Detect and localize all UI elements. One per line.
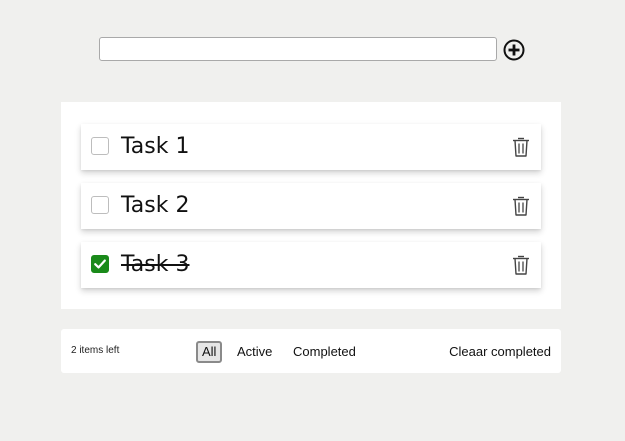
filter-completed-button[interactable]: Completed <box>288 341 361 363</box>
task-label: Task 1 <box>121 134 190 159</box>
trash-icon <box>511 136 531 158</box>
filter-all-button[interactable]: All <box>196 341 223 363</box>
task-item: Task 1 <box>81 124 541 170</box>
task-checkbox[interactable] <box>91 137 109 155</box>
new-task-input[interactable] <box>99 37 497 61</box>
task-checkbox-checked[interactable] <box>91 255 109 273</box>
delete-task-button[interactable] <box>511 195 531 217</box>
new-task-row <box>99 37 529 63</box>
task-item: Task 3 <box>81 242 541 288</box>
items-left-count: 2 items left <box>71 345 120 356</box>
checkmark-icon <box>92 256 108 272</box>
add-task-button[interactable] <box>503 39 525 61</box>
task-footer: 2 items left All Active Completed Cleaar… <box>61 329 561 373</box>
task-label: Task 2 <box>121 193 190 218</box>
plus-circle-icon <box>503 39 525 61</box>
trash-icon <box>511 254 531 276</box>
filter-active-button[interactable]: Active <box>232 341 277 363</box>
delete-task-button[interactable] <box>511 136 531 158</box>
task-list: Task 1 Task 2 Task 3 <box>61 102 561 309</box>
task-checkbox[interactable] <box>91 196 109 214</box>
task-item: Task 2 <box>81 183 541 229</box>
clear-completed-button[interactable]: Cleaar completed <box>449 341 551 363</box>
task-label: Task 3 <box>121 252 190 277</box>
trash-icon <box>511 195 531 217</box>
delete-task-button[interactable] <box>511 254 531 276</box>
